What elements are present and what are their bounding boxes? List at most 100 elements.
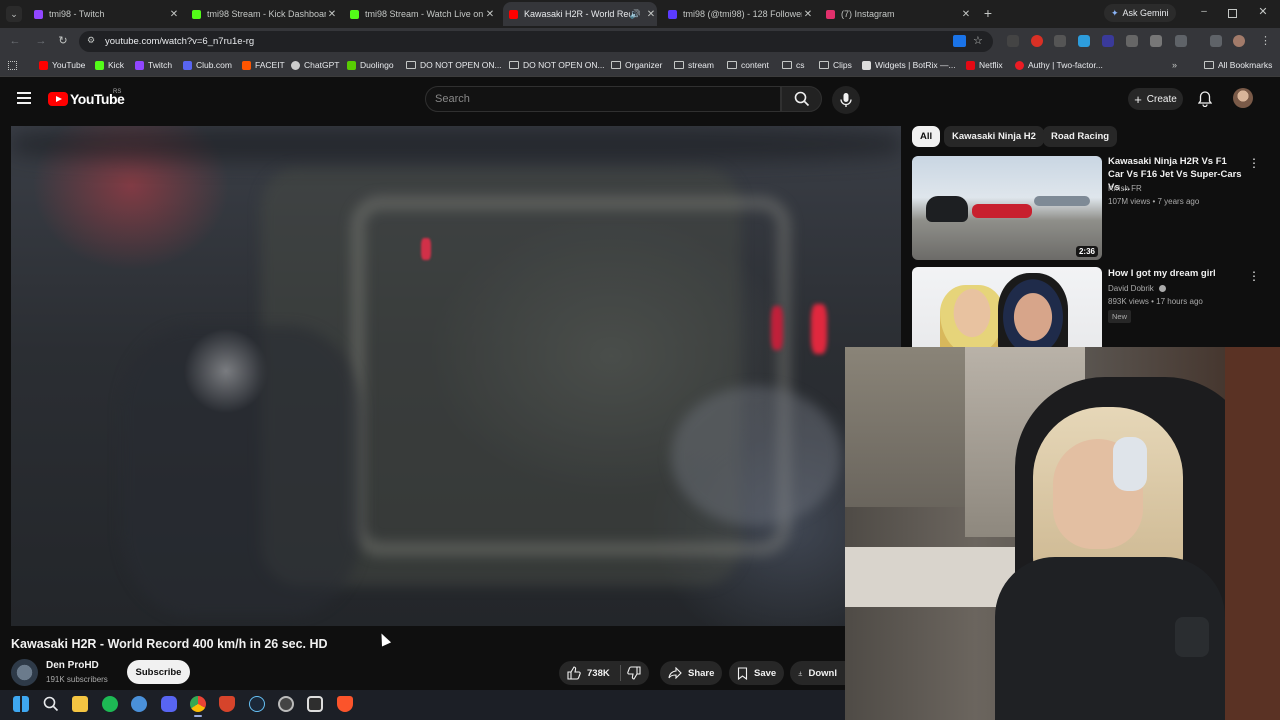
extension-icon[interactable] bbox=[1150, 35, 1162, 47]
recommendation-stats: 107M views • 7 years ago bbox=[1108, 197, 1200, 206]
close-tab-icon[interactable]: ✕ bbox=[484, 9, 496, 20]
close-tab-icon[interactable]: ✕ bbox=[960, 9, 972, 20]
bookmark-youtube[interactable]: YouTube bbox=[39, 60, 85, 70]
extension-icon[interactable] bbox=[1102, 35, 1114, 47]
browser-tab[interactable]: tmi98 Stream - Watch Live on Kick ✕ bbox=[344, 2, 496, 26]
chip-all[interactable]: All bbox=[912, 126, 941, 147]
share-button[interactable]: Share bbox=[660, 661, 723, 685]
more-options-icon[interactable]: ⋮ bbox=[1248, 270, 1260, 282]
restore-window-button[interactable] bbox=[1228, 9, 1237, 18]
bookmark-club[interactable]: Club.com bbox=[183, 60, 232, 70]
search-input[interactable]: Search bbox=[425, 86, 781, 112]
bookmark-authy[interactable]: Authy | Two-factor... bbox=[1015, 60, 1103, 70]
site-info-icon[interactable]: ⚙ bbox=[87, 35, 97, 47]
all-bookmarks-button[interactable]: All Bookmarks bbox=[1204, 60, 1272, 70]
bookmark-botrix[interactable]: Widgets | BotRix —... bbox=[862, 60, 956, 70]
search-icon[interactable] bbox=[43, 696, 59, 712]
extension-icon[interactable] bbox=[1007, 35, 1019, 47]
apps-grid-icon[interactable] bbox=[8, 61, 17, 70]
extensions-puzzle-icon[interactable] bbox=[1175, 35, 1187, 47]
browser-menu-icon[interactable]: ⋮ bbox=[1260, 34, 1271, 47]
windows-start-icon[interactable] bbox=[13, 696, 29, 712]
recommendation-thumbnail[interactable]: 2:36 bbox=[912, 156, 1102, 260]
download-button[interactable]: Downl bbox=[790, 661, 845, 685]
subscribe-button[interactable]: Subscribe bbox=[127, 660, 190, 684]
more-bookmarks-chevron-icon[interactable]: » bbox=[1172, 60, 1177, 70]
bookmark-faceit[interactable]: FACEIT bbox=[242, 60, 285, 70]
profile-avatar-icon[interactable] bbox=[1233, 35, 1245, 47]
save-button[interactable]: Save bbox=[729, 661, 785, 685]
close-tab-icon[interactable]: ✕ bbox=[326, 9, 338, 20]
channel-avatar[interactable] bbox=[11, 659, 38, 686]
browser-tab[interactable]: (7) Instagram ✕ bbox=[820, 2, 972, 26]
like-dislike-button[interactable]: 738K bbox=[559, 661, 649, 685]
forward-button[interactable]: → bbox=[34, 34, 48, 48]
close-window-button[interactable]: ✕ bbox=[1257, 6, 1269, 18]
close-tab-icon[interactable]: ✕ bbox=[802, 9, 814, 20]
back-button[interactable]: ← bbox=[8, 34, 22, 48]
brave-icon[interactable] bbox=[337, 696, 353, 712]
recommendation-channel[interactable]: David Dobrik bbox=[1108, 284, 1167, 293]
create-button[interactable]: + Create bbox=[1128, 88, 1183, 110]
recommendation-title[interactable]: How I got my dream girl bbox=[1108, 267, 1243, 280]
video-player[interactable] bbox=[11, 126, 901, 626]
extension-icon[interactable] bbox=[1126, 35, 1138, 47]
speaker-icon[interactable]: 🔊 bbox=[630, 9, 641, 20]
all-bookmarks-label: All Bookmarks bbox=[1218, 60, 1273, 70]
voice-search-button[interactable] bbox=[832, 86, 860, 114]
recommendation-thumbnail[interactable] bbox=[912, 267, 1102, 347]
bookmark-folder[interactable]: DO NOT OPEN ON... bbox=[406, 60, 502, 70]
hamburger-menu-icon[interactable] bbox=[17, 92, 31, 104]
steam-icon[interactable] bbox=[249, 696, 265, 712]
app-icon[interactable] bbox=[131, 696, 147, 712]
app-icon[interactable] bbox=[307, 696, 323, 712]
chip-kawasaki-ninja-h2[interactable]: Kawasaki Ninja H2 bbox=[944, 126, 1044, 147]
ask-gemini-button[interactable]: ✦ Ask Gemini bbox=[1104, 4, 1176, 22]
discord-icon[interactable] bbox=[161, 696, 177, 712]
bookmark-folder[interactable]: DO NOT OPEN ON... bbox=[509, 60, 605, 70]
search-placeholder: Search bbox=[435, 93, 470, 105]
extension-icon[interactable] bbox=[1031, 35, 1043, 47]
cast-icon[interactable] bbox=[953, 35, 966, 47]
more-options-icon[interactable]: ⋮ bbox=[1248, 157, 1260, 169]
bookmark-folder[interactable]: Organizer bbox=[611, 60, 662, 70]
chrome-icon[interactable] bbox=[190, 696, 206, 717]
bookmark-folder[interactable]: Clips bbox=[819, 60, 852, 70]
new-tab-button[interactable]: + bbox=[981, 5, 995, 21]
close-tab-icon[interactable]: ✕ bbox=[645, 9, 657, 20]
bookmark-folder[interactable]: content bbox=[727, 60, 769, 70]
file-explorer-icon[interactable] bbox=[72, 696, 88, 712]
notifications-bell-icon[interactable] bbox=[1197, 91, 1213, 112]
bookmark-folder[interactable]: cs bbox=[782, 60, 805, 70]
bookmark-folder[interactable]: stream bbox=[674, 60, 714, 70]
browser-tab[interactable]: tmi98 Stream - Kick Dashboard ✕ bbox=[186, 2, 338, 26]
tab-search-button[interactable]: ⌄ bbox=[6, 6, 22, 22]
authy-icon bbox=[1015, 60, 1024, 70]
shield-app-icon[interactable] bbox=[219, 696, 235, 712]
chip-road-racing[interactable]: Road Racing bbox=[1043, 126, 1118, 147]
close-tab-icon[interactable]: ✕ bbox=[168, 9, 180, 20]
recommendation-channel[interactable]: Krrish FR bbox=[1108, 184, 1142, 193]
user-avatar[interactable] bbox=[1233, 88, 1253, 108]
channel-name[interactable]: Den ProHD bbox=[46, 660, 99, 671]
browser-tab[interactable]: tmi98 - Twitch ✕ bbox=[28, 2, 180, 26]
thumbs-down-icon[interactable] bbox=[626, 666, 641, 680]
search-button[interactable] bbox=[781, 86, 822, 112]
bookmark-chatgpt[interactable]: ChatGPT bbox=[291, 60, 339, 70]
app-icon[interactable] bbox=[278, 696, 294, 712]
spotify-icon[interactable] bbox=[102, 696, 118, 712]
minimize-window-button[interactable]: – bbox=[1198, 7, 1210, 19]
media-controls-icon[interactable] bbox=[1210, 35, 1222, 47]
url-text[interactable]: youtube.com/watch?v=6_n7ru1e-rg bbox=[105, 36, 254, 47]
extension-icon[interactable] bbox=[1054, 35, 1066, 47]
bookmark-star-icon[interactable]: ☆ bbox=[973, 34, 983, 47]
bookmark-kick[interactable]: Kick bbox=[95, 60, 124, 70]
extension-icon[interactable] bbox=[1078, 35, 1090, 47]
bookmark-duolingo[interactable]: Duolingo bbox=[347, 60, 394, 70]
browser-tab-active[interactable]: Kawasaki H2R - World Record 400 km/h in … bbox=[503, 2, 657, 26]
bookmark-twitch[interactable]: Twitch bbox=[135, 60, 172, 70]
browser-tab[interactable]: tmi98 (@tmi98) - 128 Followers ✕ bbox=[662, 2, 814, 26]
address-bar[interactable]: ⚙ youtube.com/watch?v=6_n7ru1e-rg ☆ bbox=[79, 31, 993, 52]
bookmark-netflix[interactable]: Netflix bbox=[966, 60, 1003, 70]
reload-button[interactable]: ↻ bbox=[56, 34, 70, 48]
